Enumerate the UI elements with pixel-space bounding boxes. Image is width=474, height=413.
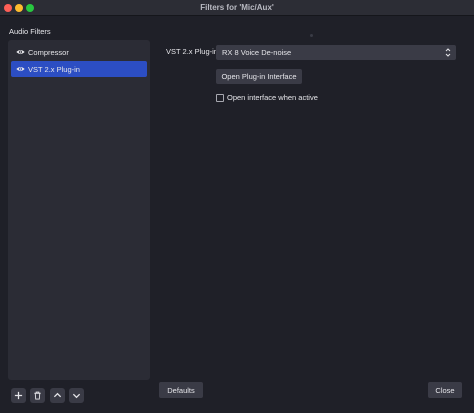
filter-item-label: Compressor <box>28 47 69 57</box>
add-filter-button[interactable] <box>11 388 26 403</box>
chevron-up-icon <box>53 392 62 398</box>
plus-icon <box>14 391 23 400</box>
open-when-active-checkbox[interactable] <box>216 93 224 102</box>
filter-list[interactable]: Compressor VST 2.x Plug-in <box>8 40 150 380</box>
defaults-button[interactable]: Defaults <box>159 382 203 398</box>
plugin-selected-value: RX 8 Voice De-noise <box>222 48 292 57</box>
eye-icon[interactable] <box>16 66 25 72</box>
plugin-select[interactable]: RX 8 Voice De-noise <box>216 45 456 60</box>
filter-settings-pane <box>155 40 466 380</box>
eye-icon[interactable] <box>16 49 25 55</box>
move-filter-down-button[interactable] <box>69 388 84 403</box>
filter-item-vst-plugin[interactable]: VST 2.x Plug-in <box>11 61 147 77</box>
close-button[interactable]: Close <box>428 382 462 398</box>
trash-icon <box>34 391 41 400</box>
select-arrows-icon <box>445 48 451 57</box>
remove-filter-button[interactable] <box>30 388 45 403</box>
chevron-down-icon <box>72 393 81 399</box>
title-bar: Filters for 'Mic/Aux' <box>0 0 474 16</box>
open-when-active-option[interactable]: Open interface when active <box>216 93 318 102</box>
filter-item-compressor[interactable]: Compressor <box>11 44 147 60</box>
filters-window: Filters for 'Mic/Aux' Audio Filters Comp… <box>0 0 474 413</box>
open-plugin-interface-button[interactable]: Open Plug-in Interface <box>216 69 302 84</box>
open-when-active-label: Open interface when active <box>227 93 318 102</box>
move-filter-up-button[interactable] <box>50 388 65 403</box>
filter-item-label: VST 2.x Plug-in <box>28 64 80 74</box>
plugin-label: VST 2.x Plug-in <box>166 47 218 56</box>
window-title: Filters for 'Mic/Aux' <box>200 3 274 12</box>
audio-filters-label: Audio Filters <box>9 27 51 36</box>
pane-marker <box>310 34 313 37</box>
